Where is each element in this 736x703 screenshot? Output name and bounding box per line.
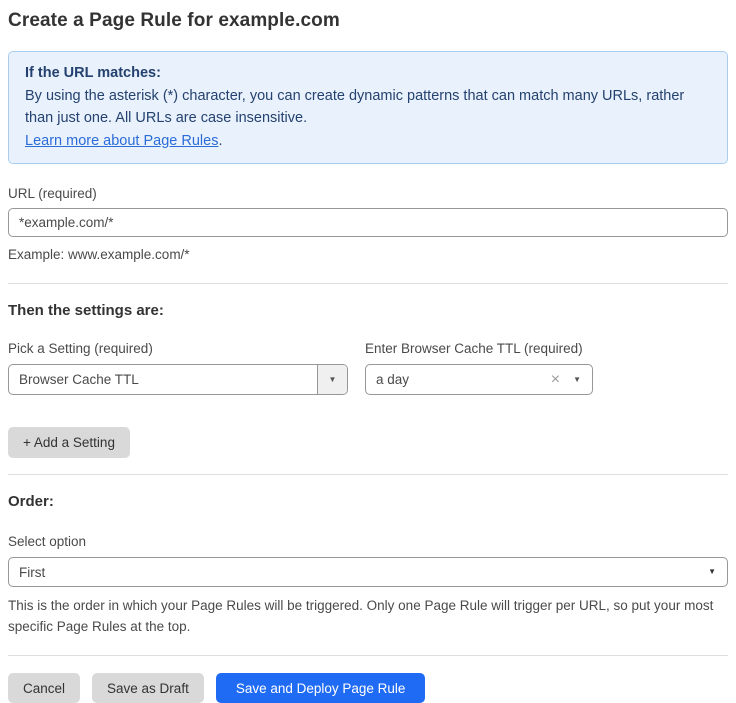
page-title: Create a Page Rule for example.com [8,6,728,32]
save-as-draft-button[interactable]: Save as Draft [92,673,204,703]
footer-divider [8,655,728,656]
url-field-label: URL (required) [8,186,728,201]
ttl-label: Enter Browser Cache TTL (required) [365,341,593,356]
ttl-value: a day [366,372,551,387]
pick-setting-label: Pick a Setting (required) [8,341,348,356]
ttl-select[interactable]: a day × ▼ [365,364,593,395]
info-box-link-line: Learn more about Page Rules. [25,130,711,153]
link-suffix: . [218,133,222,149]
settings-row: Pick a Setting (required) Browser Cache … [8,319,728,395]
order-section-heading: Order: [8,493,728,510]
order-select-label: Select option [8,534,728,549]
pick-setting-arrow-segment[interactable]: ▼ [317,365,347,394]
clear-selection-icon[interactable]: × [551,372,573,388]
url-example-text: Example: www.example.com/* [8,244,728,265]
url-input[interactable] [8,208,728,237]
create-page-rule-form: Create a Page Rule for example.com If th… [0,0,736,703]
info-box-body: By using the asterisk (*) character, you… [25,85,711,130]
ttl-column: Enter Browser Cache TTL (required) a day… [365,319,593,395]
chevron-down-icon: ▼ [573,376,592,384]
order-help-text: This is the order in which your Page Rul… [8,595,728,637]
chevron-down-icon: ▼ [329,376,337,384]
cancel-button[interactable]: Cancel [8,673,80,703]
order-select-value: First [9,565,708,580]
settings-section-heading: Then the settings are: [8,302,728,319]
add-setting-button[interactable]: + Add a Setting [8,427,130,458]
info-box-heading: If the URL matches: [25,62,711,85]
order-select[interactable]: First ▼ [8,557,728,587]
pick-setting-value: Browser Cache TTL [9,372,317,387]
section-divider [8,474,728,475]
footer-buttons: Cancel Save as Draft Save and Deploy Pag… [8,673,728,703]
learn-more-link[interactable]: Learn more about Page Rules [25,133,218,149]
section-divider [8,283,728,284]
chevron-down-icon: ▼ [708,568,727,576]
save-and-deploy-button[interactable]: Save and Deploy Page Rule [216,673,426,703]
pick-setting-column: Pick a Setting (required) Browser Cache … [8,319,348,395]
pick-setting-select[interactable]: Browser Cache TTL ▼ [8,364,348,395]
url-match-info-box: If the URL matches: By using the asteris… [8,51,728,164]
